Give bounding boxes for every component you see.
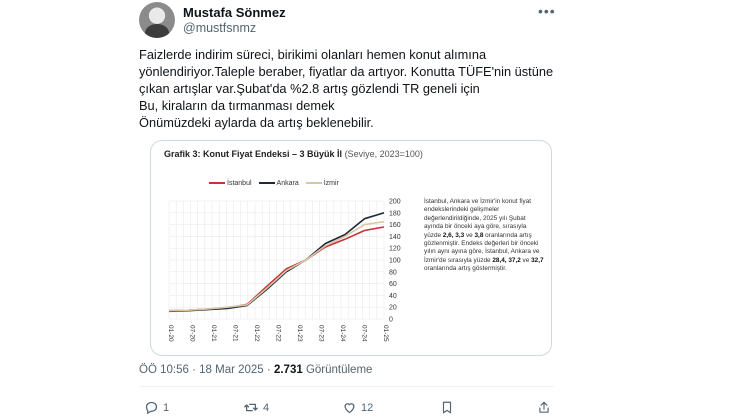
y-tick-label: 80 xyxy=(389,269,397,276)
author-name[interactable]: Mustafa Sönmez xyxy=(183,5,286,20)
y-tick-label: 160 xyxy=(389,222,401,229)
legend-label: İzmir xyxy=(323,180,339,187)
note-text: oranlarında artış göstermiştir. xyxy=(424,265,507,273)
divider xyxy=(139,386,554,387)
y-tick-label: 140 xyxy=(389,234,401,241)
x-tick-label: 01-20 xyxy=(167,325,174,342)
meta-dot: · xyxy=(192,364,196,376)
x-tick-label: 01-21 xyxy=(210,325,217,342)
avatar[interactable] xyxy=(139,2,175,38)
chart-note: İstanbul, Ankara ve İzmir'in konut fiyat… xyxy=(424,198,544,274)
view-count: 2.731 xyxy=(273,364,303,376)
x-tick-label: 07-23 xyxy=(318,325,325,342)
tweet-line: Önümüzdeki aylarda da artış beklenebilir… xyxy=(139,115,374,130)
legend-label: İstanbul xyxy=(227,180,252,187)
heart-icon xyxy=(344,403,355,414)
note-text: ve xyxy=(464,231,475,239)
retweet-count: 4 xyxy=(263,401,270,414)
tweet-line: yönlendiriyor.Taleple beraber, fiyatlar … xyxy=(139,64,554,79)
tweet-image[interactable]: Grafik 3: Konut Fiyat Endeksi – 3 Büyük … xyxy=(150,140,552,356)
y-tick-label: 200 xyxy=(389,199,401,206)
legend-label: Ankara xyxy=(276,180,299,187)
share-button[interactable] xyxy=(537,400,551,415)
x-tick-label: 01-22 xyxy=(253,325,260,342)
tweet-date[interactable]: 18 Mar 2025 xyxy=(199,364,264,376)
reply-icon xyxy=(145,401,158,415)
y-tick-label: 120 xyxy=(389,246,401,253)
tweet-line: Faizlerde indirim süreci, birikimi olanl… xyxy=(139,47,487,62)
views-label: Görüntüleme xyxy=(305,364,373,376)
tweet-text: Faizlerde indirim süreci, birikimi olanl… xyxy=(139,46,559,131)
chart-title-main: Grafik 3: Konut Fiyat Endeksi – 3 Büyük … xyxy=(164,149,343,159)
y-tick-label: 20 xyxy=(389,305,397,312)
retweet-icon xyxy=(244,403,258,412)
bookmark-button[interactable] xyxy=(440,400,454,415)
bookmark-icon xyxy=(442,401,452,414)
legend-item: İstanbul xyxy=(209,180,252,187)
note-bold: 2,6, 3,3 xyxy=(442,231,465,239)
tweet: Mustafa Sönmez @mustfsnmz ••• Faizlerde … xyxy=(0,0,730,420)
legend-swatch xyxy=(305,182,322,185)
tweet-line: Bu, kiraların da tırmanması demek xyxy=(139,98,335,113)
y-tick-label: 60 xyxy=(389,281,397,288)
like-button[interactable]: 12 xyxy=(342,400,373,415)
y-tick-label: 180 xyxy=(389,210,401,217)
x-tick-label: 07-21 xyxy=(232,325,239,342)
y-tick-label: 100 xyxy=(389,258,401,265)
x-tick-label: 01-23 xyxy=(296,325,303,342)
more-dots-icon[interactable]: ••• xyxy=(538,3,556,19)
tweet-meta: ÖÖ 10:56 · 18 Mar 2025 · 2.731 Görüntüle… xyxy=(139,364,372,376)
x-tick-label: 01-24 xyxy=(339,325,346,342)
meta-dot: · xyxy=(266,364,271,376)
legend-item: Ankara xyxy=(258,180,299,187)
share-icon xyxy=(539,401,549,413)
note-bold: 32,7 xyxy=(531,256,544,264)
chart-title: Grafik 3: Konut Fiyat Endeksi – 3 Büyük … xyxy=(164,149,423,159)
tweet-line: çıkan artışlar var.Şubat'da %2.8 artış g… xyxy=(139,81,480,96)
x-tick-label: 07-24 xyxy=(361,325,368,342)
line-chart: 0 20 40 60 80 100 120 140 160 180 200 01-20 07-20 01-… xyxy=(167,199,401,343)
y-tick-label: 0 xyxy=(389,317,393,324)
like-count: 12 xyxy=(361,401,374,414)
reply-button[interactable]: 1 xyxy=(144,400,169,415)
y-tick-label: 40 xyxy=(389,293,397,300)
reply-count: 1 xyxy=(163,401,170,414)
note-bold: 28,4, 37,2 xyxy=(492,256,521,264)
chart-subtitle: (Seviye, 2023=100) xyxy=(344,149,423,159)
x-tick-label: 07-20 xyxy=(189,325,196,342)
x-tick-label: 01-25 xyxy=(382,325,389,342)
x-tick-label: 07-22 xyxy=(275,325,282,342)
retweet-button[interactable]: 4 xyxy=(243,400,269,415)
note-text: ve xyxy=(520,256,532,264)
tweet-time[interactable]: ÖÖ 10:56 xyxy=(139,364,189,376)
legend-swatch xyxy=(258,182,275,185)
legend-swatch xyxy=(209,182,225,185)
legend-item: İzmir xyxy=(305,180,339,187)
chart-legend: İstanbul Ankara İzmir xyxy=(209,180,346,187)
author-handle[interactable]: @mustfsnmz xyxy=(183,21,256,35)
